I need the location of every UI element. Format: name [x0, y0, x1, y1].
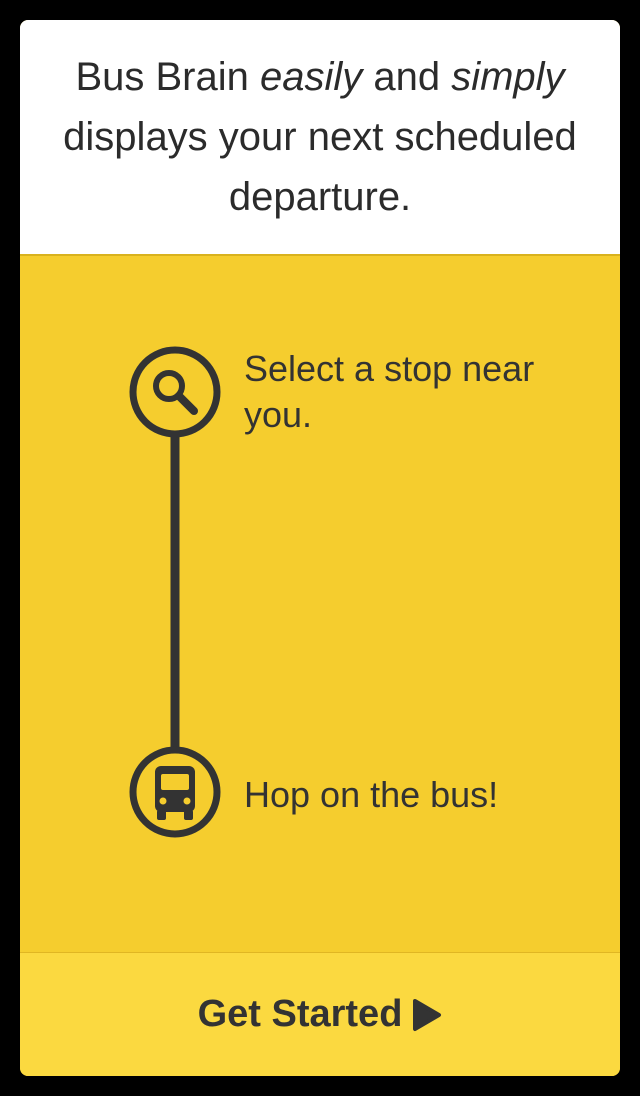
play-arrow-icon [413, 998, 442, 1031]
search-icon [129, 346, 221, 438]
get-started-button[interactable]: Get Started [20, 952, 620, 1076]
bus-icon [129, 746, 221, 838]
intro-text: Bus Brain easily and simply displays you… [63, 55, 577, 219]
get-started-label: Get Started [197, 993, 403, 1035]
step-select-stop-text: Select a stop near you. [244, 348, 535, 435]
steps-panel: Select a stop near you. Hop on the bus! [20, 258, 620, 952]
intro-header: Bus Brain easily and simply displays you… [20, 20, 620, 256]
onboarding-card: Bus Brain easily and simply displays you… [20, 20, 620, 1076]
get-started-label-wrap[interactable]: Get Started [198, 993, 443, 1036]
step-hop-on-bus-text: Hop on the bus! [244, 774, 499, 815]
